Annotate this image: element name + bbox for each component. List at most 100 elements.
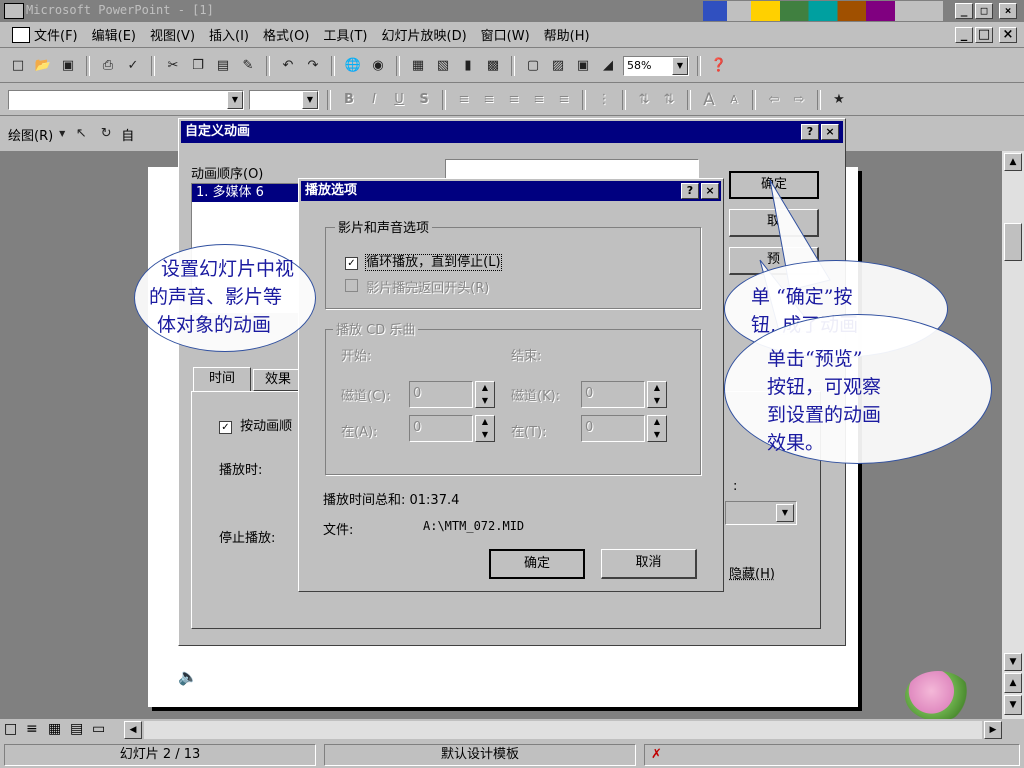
scroll-thumb[interactable] [1004, 223, 1022, 261]
maximize-button[interactable]: □ [975, 3, 993, 19]
chevron-down-icon[interactable]: ▼ [302, 90, 318, 109]
help-button[interactable]: ? [681, 183, 699, 199]
menu-format[interactable]: 格式(O) [263, 25, 309, 44]
insert-excel-icon[interactable]: ▧ [433, 56, 453, 76]
close-button[interactable]: × [821, 124, 839, 140]
draw-menu[interactable]: 绘图(R) [8, 125, 53, 144]
animation-effects-icon[interactable]: ★ [829, 90, 849, 110]
tab-timing[interactable]: 时间 [193, 367, 251, 391]
doc-restore-button[interactable]: □ [975, 27, 993, 43]
document-icon[interactable] [12, 27, 30, 43]
after-animation-select[interactable]: ▼ [725, 501, 797, 525]
hyperlink-icon[interactable]: 🌐 [343, 56, 363, 76]
minimize-button[interactable]: _ [955, 3, 973, 19]
select-arrow-icon[interactable]: ↖ [71, 124, 91, 144]
at-start-spinner[interactable]: ▲ ▼ [475, 415, 495, 442]
next-slide-icon[interactable]: ▼ [1004, 695, 1022, 715]
doc-minimize-button[interactable]: _ [955, 27, 973, 43]
insert-clipart-icon[interactable]: ▩ [483, 56, 503, 76]
tab-effects[interactable]: 效果 [253, 369, 303, 391]
align-center-icon[interactable]: ≡ [479, 90, 499, 110]
hide-after-checkbox-label[interactable]: 隐藏(H) [729, 563, 775, 582]
chevron-down-icon[interactable]: ▼ [227, 90, 243, 109]
italic-icon[interactable]: I [364, 90, 384, 110]
track-end-spinner[interactable]: ▲ ▼ [647, 381, 667, 408]
spelling-icon[interactable]: ✓ [123, 56, 143, 76]
grayscale-icon[interactable]: ◢ [598, 56, 618, 76]
doc-close-button[interactable]: × [999, 27, 1017, 43]
slide-layout-icon[interactable]: ▨ [548, 56, 568, 76]
help-button[interactable]: ? [801, 124, 819, 140]
spin-down-icon[interactable]: ▼ [648, 395, 666, 408]
new-slide-icon[interactable]: ▢ [523, 56, 543, 76]
menu-window[interactable]: 窗口(W) [481, 25, 530, 44]
at-end-spinner[interactable]: ▲ ▼ [647, 415, 667, 442]
web-toolbar-icon[interactable]: ◉ [368, 56, 388, 76]
slideshow-view-icon[interactable]: ▭ [92, 721, 105, 737]
menu-help[interactable]: 帮助(H) [544, 25, 590, 44]
play-cancel-button[interactable]: 取消 [601, 549, 697, 579]
align-right-icon[interactable]: ≡ [504, 90, 524, 110]
scroll-right-icon[interactable]: ▶ [984, 721, 1002, 739]
align-left-icon[interactable]: ≡ [454, 90, 474, 110]
normal-view-icon[interactable]: □ [4, 721, 17, 737]
save-icon[interactable]: ▣ [58, 56, 78, 76]
vertical-scrollbar[interactable]: ▲ ▼ ▲ ▼ [1002, 151, 1024, 719]
spin-down-icon[interactable]: ▼ [476, 395, 494, 408]
decrease-spacing-icon[interactable]: ⇅ [659, 90, 679, 110]
slide-sorter-icon[interactable]: ▦ [48, 721, 61, 737]
scroll-left-icon[interactable]: ◀ [124, 721, 142, 739]
underline-icon[interactable]: U [389, 90, 409, 110]
chevron-down-icon[interactable]: ▼ [58, 124, 66, 144]
cut-icon[interactable]: ✂ [163, 56, 183, 76]
demote-icon[interactable]: ⇨ [789, 90, 809, 110]
close-button[interactable]: × [999, 3, 1017, 19]
open-icon[interactable]: 📂 [33, 56, 53, 76]
close-button[interactable]: × [701, 183, 719, 199]
previous-slide-icon[interactable]: ▲ [1004, 673, 1022, 693]
horizontal-scrollbar[interactable] [144, 721, 982, 739]
increase-font-icon[interactable]: A [699, 90, 719, 110]
decrease-font-icon[interactable]: A [724, 90, 744, 110]
spin-up-icon[interactable]: ▲ [648, 382, 666, 395]
menu-view[interactable]: 视图(V) [150, 25, 195, 44]
play-ok-button[interactable]: 确定 [489, 549, 585, 579]
track-start-spinner[interactable]: ▲ ▼ [475, 381, 495, 408]
outline-view-icon[interactable]: ≡ [26, 721, 38, 737]
menu-file[interactable]: 文件(F) [34, 25, 78, 44]
promote-icon[interactable]: ⇦ [764, 90, 784, 110]
justify-icon[interactable]: ≡ [529, 90, 549, 110]
spin-up-icon[interactable]: ▲ [476, 416, 494, 429]
at-end-input[interactable]: 0 [581, 415, 645, 442]
animate-checkbox[interactable]: ✓ 按动画顺 [219, 415, 292, 434]
menu-tools[interactable]: 工具(T) [323, 25, 367, 44]
notes-view-icon[interactable]: ▤ [70, 721, 83, 737]
loop-checkbox-box[interactable]: ✓ [345, 257, 358, 270]
menu-slideshow[interactable]: 幻灯片放映(D) [382, 25, 467, 44]
spin-up-icon[interactable]: ▲ [476, 382, 494, 395]
font-size-select[interactable]: ▼ [249, 89, 319, 110]
insert-chart-icon[interactable]: ▮ [458, 56, 478, 76]
chevron-down-icon[interactable]: ▼ [776, 504, 794, 522]
chevron-down-icon[interactable]: ▼ [672, 56, 688, 75]
zoom-select[interactable]: 58% ▼ [623, 55, 689, 76]
track-start-input[interactable]: 0 [409, 381, 473, 408]
undo-icon[interactable]: ↶ [278, 56, 298, 76]
increase-spacing-icon[interactable]: ⇅ [634, 90, 654, 110]
animate-checkbox-box[interactable]: ✓ [219, 421, 232, 434]
bullets-icon[interactable]: ⋮ [594, 90, 614, 110]
help-icon[interactable]: ❓ [709, 56, 729, 76]
scroll-up-icon[interactable]: ▲ [1004, 153, 1022, 171]
rewind-checkbox-box[interactable] [345, 279, 358, 292]
rewind-checkbox[interactable]: 影片播完返回开头(R) [345, 277, 489, 296]
scroll-down-icon[interactable]: ▼ [1004, 653, 1022, 671]
distribute-icon[interactable]: ≡ [554, 90, 574, 110]
paste-icon[interactable]: ▤ [213, 56, 233, 76]
menu-edit[interactable]: 编辑(E) [92, 25, 136, 44]
menu-insert[interactable]: 插入(I) [209, 25, 249, 44]
shadow-icon[interactable]: S [414, 90, 434, 110]
autoshapes-menu[interactable]: 自 [121, 125, 134, 144]
at-start-input[interactable]: 0 [409, 415, 473, 442]
bold-icon[interactable]: B [339, 90, 359, 110]
apply-design-icon[interactable]: ▣ [573, 56, 593, 76]
